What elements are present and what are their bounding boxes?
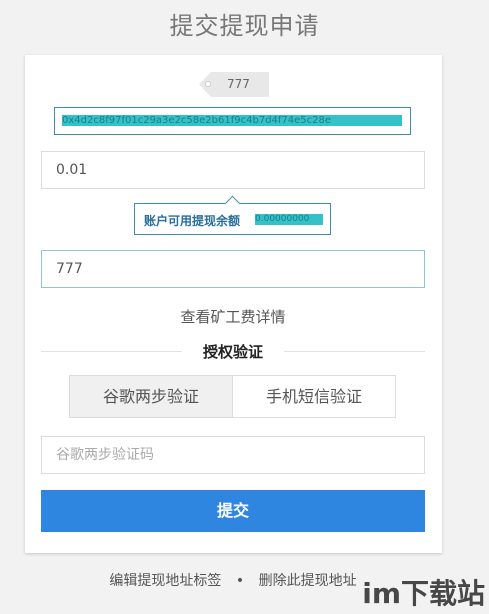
auth-method-tabs: 谷歌两步验证 手机短信验证: [69, 375, 396, 418]
tag-hole-icon: [205, 81, 211, 87]
watermark-logo: im下载站: [362, 577, 485, 610]
balance-label: 账户可用提现余额: [144, 214, 241, 228]
tab-sms-verification[interactable]: 手机短信验证: [233, 376, 395, 417]
auth-section-title: 授权验证: [202, 343, 263, 361]
page-title: 提交提现申请: [169, 12, 320, 40]
delete-address-link[interactable]: 删除此提现地址: [259, 573, 357, 589]
footer-separator: •: [235, 573, 245, 589]
submit-button[interactable]: 提交: [41, 490, 425, 532]
withdraw-address-display: 0x4d2c8f97f01c29a3e2c58e2b61f9c4b7d4f74e…: [54, 107, 411, 135]
tab-google-2fa[interactable]: 谷歌两步验证: [70, 376, 233, 417]
verification-code-input[interactable]: [41, 436, 425, 474]
edit-address-label-link[interactable]: 编辑提现地址标签: [109, 573, 221, 589]
balance-tooltip: 账户可用提现余额 0.00000000: [134, 203, 331, 235]
fee-details-link[interactable]: 查看矿工费详情: [0, 306, 466, 327]
fee-input[interactable]: [41, 250, 425, 288]
amount-input[interactable]: [41, 151, 425, 189]
balance-value: 0.00000000: [255, 214, 323, 225]
withdraw-address-value: 0x4d2c8f97f01c29a3e2c58e2b61f9c4b7d4f74e…: [62, 115, 402, 126]
